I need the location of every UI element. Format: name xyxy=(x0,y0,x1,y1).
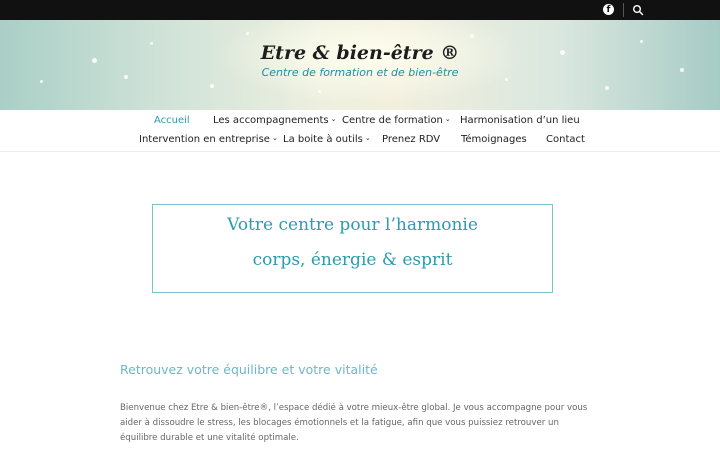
nav-item-temoignages[interactable]: Témoignages xyxy=(461,134,527,146)
nav-item-label: Contact xyxy=(546,134,585,145)
nav-item-label: La boite à outils xyxy=(283,134,363,145)
header-banner: Etre & bien-être ® Centre de formation e… xyxy=(0,20,720,110)
nav-item-label: Accueil xyxy=(154,115,190,126)
top-bar: f xyxy=(0,0,720,20)
chevron-down-icon: ⌄ xyxy=(444,115,451,123)
hero-heading-line-1: Votre centre pour l’harmonie xyxy=(227,215,478,235)
intro-paragraph: Bienvenue chez Etre & bien-être®, l’espa… xyxy=(120,403,588,443)
chevron-down-icon: ⌄ xyxy=(364,134,371,142)
nav-item-label: Les accompagnements xyxy=(213,115,329,126)
nav-item-label: Harmonisation d’un lieu xyxy=(460,115,580,126)
nav-item-intervention-en-entreprise[interactable]: Intervention en entreprise ⌄ xyxy=(139,134,278,146)
nav-item-label: Centre de formation xyxy=(342,115,443,126)
site-tagline: Centre de formation et de bien-être xyxy=(261,66,459,79)
hero-heading-line-2: corps, énergie & esprit xyxy=(252,250,453,270)
nav-item-harmonisation-dun-lieu[interactable]: Harmonisation d’un lieu xyxy=(460,115,580,127)
nav-item-contact[interactable]: Contact xyxy=(546,134,585,146)
nav-item-prenez-rdv[interactable]: Prenez RDV xyxy=(382,134,440,146)
sparkle xyxy=(318,90,321,93)
hero-box: Votre centre pour l’harmonie corps, éner… xyxy=(152,204,553,293)
sparkle xyxy=(605,86,609,90)
sparkle xyxy=(246,32,249,35)
section-title: Retrouvez votre équilibre et votre vital… xyxy=(120,362,378,377)
facebook-icon[interactable]: f xyxy=(603,4,614,15)
sparkle xyxy=(210,84,214,88)
search-icon[interactable] xyxy=(632,4,644,16)
nav-item-label: Intervention en entreprise xyxy=(139,134,270,145)
nav-item-label: Témoignages xyxy=(461,134,527,145)
sparkle xyxy=(40,80,43,83)
main-navigation: Accueil Les accompagnements ⌄ Centre de f… xyxy=(0,110,720,152)
top-bar-divider xyxy=(623,3,624,17)
nav-item-la-boite-a-outils[interactable]: La boite à outils ⌄ xyxy=(283,134,371,146)
chevron-down-icon: ⌄ xyxy=(271,134,278,142)
sparkle xyxy=(470,34,474,38)
nav-item-accueil[interactable]: Accueil xyxy=(154,115,190,127)
site-title[interactable]: Etre & bien-être ® xyxy=(0,42,720,64)
nav-item-les-accompagnements[interactable]: Les accompagnements ⌄ xyxy=(213,115,336,127)
nav-item-label: Prenez RDV xyxy=(382,134,441,145)
chevron-down-icon: ⌄ xyxy=(330,115,337,123)
nav-item-centre-de-formation[interactable]: Centre de formation ⌄ xyxy=(342,115,451,127)
